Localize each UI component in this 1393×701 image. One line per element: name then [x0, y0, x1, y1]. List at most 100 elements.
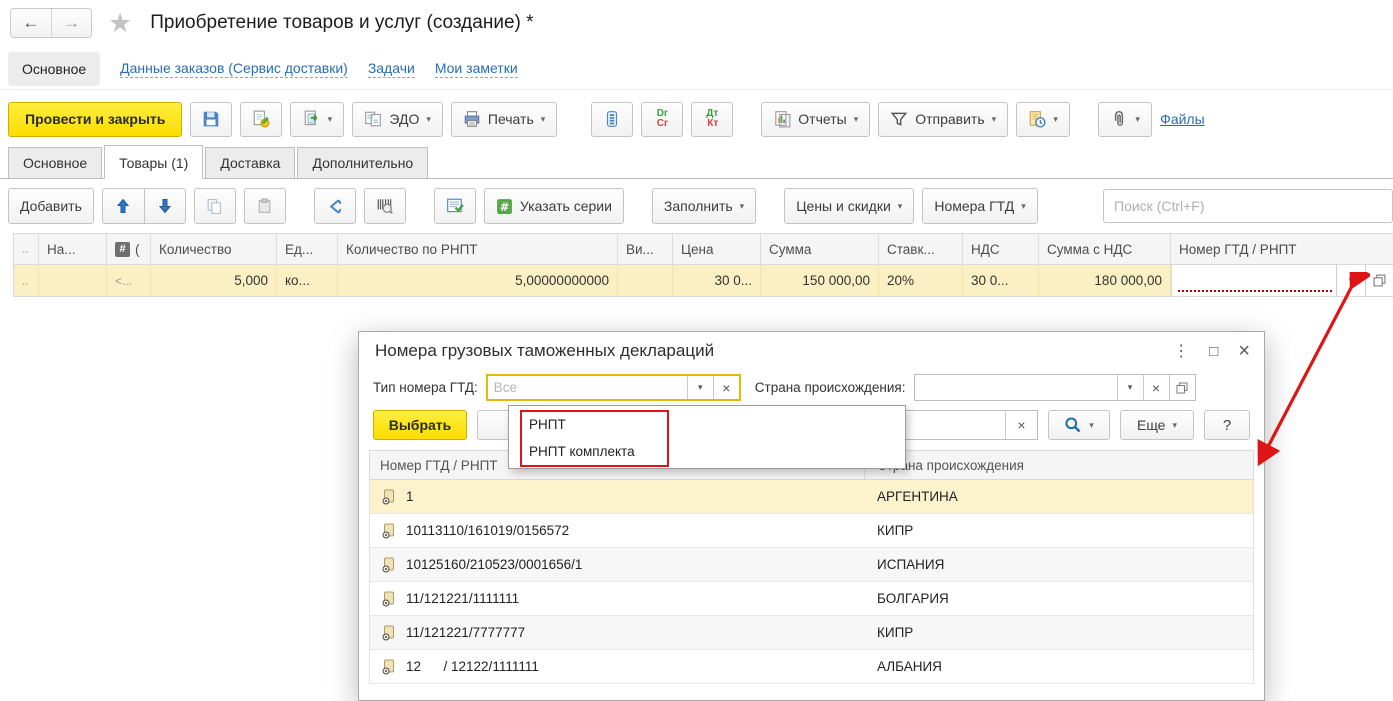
col-origin-country[interactable]: Страна происхождения: [865, 451, 1253, 479]
col-name[interactable]: На...: [39, 234, 107, 264]
save-button[interactable]: [190, 102, 232, 137]
files-link[interactable]: Файлы: [1160, 111, 1204, 127]
tab-goods[interactable]: Товары (1): [104, 145, 203, 179]
add-button[interactable]: Добавить: [8, 188, 94, 224]
send-funnel-icon: [890, 110, 908, 128]
table-row[interactable]: 11/121221/7777777 КИПР: [370, 616, 1253, 650]
search-input[interactable]: [1103, 189, 1393, 223]
more-label: Еще: [1137, 417, 1166, 433]
maximize-icon[interactable]: □: [1209, 343, 1218, 360]
tab-main[interactable]: Основное: [8, 147, 102, 179]
col-unit[interactable]: Ед...: [277, 234, 338, 264]
paste-button[interactable]: [244, 188, 286, 224]
create-based-on-button[interactable]: ▾: [290, 102, 344, 137]
combo-dropdown-button[interactable]: ▾: [687, 376, 713, 399]
dropdown-item-rnpt-komplekta[interactable]: РНПТ комплекта: [509, 438, 905, 465]
save-icon: [202, 110, 220, 128]
help-button[interactable]: ?: [1204, 410, 1250, 440]
tab-delivery[interactable]: Доставка: [205, 147, 295, 179]
cell-gtd-number-edit[interactable]: ▾: [1171, 265, 1393, 296]
col-type[interactable]: Ви...: [618, 234, 673, 264]
dt-kt-button[interactable]: ДтКт: [691, 102, 733, 137]
move-up-button[interactable]: [102, 188, 144, 224]
post-document-button[interactable]: [240, 102, 282, 137]
nav-item-main[interactable]: Основное: [8, 52, 100, 86]
cell-dropdown-button[interactable]: ▾: [1336, 265, 1366, 296]
table-row[interactable]: 11/121221/1111111 БОЛГАРИЯ: [370, 582, 1253, 616]
document-structure-button[interactable]: [591, 102, 633, 137]
history-nav: ← →: [10, 8, 92, 38]
back-arrow-icon[interactable]: ←: [11, 9, 51, 37]
cell-sum-vat: 180 000,00: [1039, 265, 1171, 296]
kebab-menu-icon[interactable]: ⋮: [1173, 341, 1189, 361]
print-label: Печать: [488, 111, 534, 127]
print-button[interactable]: Печать ▾: [451, 102, 557, 137]
goods-table-row[interactable]: .. <... 5,000 ко... 5,00000000000 30 0..…: [13, 265, 1393, 297]
tab-additional[interactable]: Дополнительно: [297, 147, 428, 179]
gtd-numbers-button[interactable]: Номера ГТД ▾: [922, 188, 1037, 224]
svg-text:#: #: [499, 199, 509, 213]
table-row[interactable]: 10125160/210523/0001656/1 ИСПАНИЯ: [370, 548, 1253, 582]
type-filter-input[interactable]: [488, 376, 687, 399]
col-sum[interactable]: Сумма: [761, 234, 879, 264]
col-price[interactable]: Цена: [673, 234, 761, 264]
combo-dropdown-button[interactable]: ▾: [1117, 375, 1143, 400]
move-down-button[interactable]: [144, 188, 186, 224]
table-row[interactable]: 10113110/161019/0156572 КИПР: [370, 514, 1253, 548]
caret-down-icon: ▾: [1053, 114, 1058, 125]
type-filter-combobox[interactable]: ▾ ×: [486, 374, 741, 401]
gtd-item-icon: [382, 489, 396, 505]
close-icon[interactable]: ×: [1238, 340, 1250, 363]
copy-button[interactable]: [194, 188, 236, 224]
col-gtd-number[interactable]: Номер ГТД / РНПТ: [1171, 234, 1393, 264]
col-rate[interactable]: Ставк...: [879, 234, 963, 264]
col-quantity-rnpt[interactable]: Количество по РНПТ: [338, 234, 618, 264]
fill-button[interactable]: Заполнить ▾: [652, 188, 756, 224]
document-clock-icon: [1028, 110, 1046, 128]
country-filter-input[interactable]: [915, 375, 1117, 400]
split-row-button[interactable]: [314, 188, 356, 224]
send-button[interactable]: Отправить ▾: [878, 102, 1008, 137]
table-row[interactable]: 1 АРГЕНТИНА: [370, 480, 1253, 514]
country-filter-combobox[interactable]: ▾ ×: [914, 374, 1196, 401]
nav-item-notes[interactable]: Мои заметки: [435, 60, 518, 78]
paperclip-icon: [1110, 110, 1128, 128]
col-quantity[interactable]: Количество: [151, 234, 277, 264]
nav-item-order-data[interactable]: Данные заказов (Сервис доставки): [120, 60, 348, 78]
dr-cr-button[interactable]: DrCr: [641, 102, 683, 137]
open-list-button[interactable]: [1366, 265, 1393, 296]
nav-item-tasks[interactable]: Задачи: [368, 60, 415, 78]
dropdown-item-rnpt[interactable]: РНПТ: [509, 411, 905, 438]
edo-button[interactable]: ЭДО ▾: [352, 102, 443, 137]
search-clear-button[interactable]: ×: [1005, 411, 1037, 439]
combo-clear-button[interactable]: ×: [713, 376, 739, 399]
col-number[interactable]: #(: [107, 234, 151, 264]
specify-series-button[interactable]: # Указать серии: [484, 188, 624, 224]
search-button[interactable]: ▾: [1048, 410, 1110, 440]
table-row[interactable]: 12 / 12122/1111111 АЛБАНИЯ: [370, 650, 1253, 684]
country-value: АРГЕНТИНА: [865, 480, 1253, 513]
attachments-button[interactable]: ▾: [1098, 102, 1152, 137]
combo-open-button[interactable]: [1169, 375, 1195, 400]
check-fill-button[interactable]: [434, 188, 476, 224]
col-marker[interactable]: ..: [14, 234, 39, 264]
post-and-close-button[interactable]: Провести и закрыть: [8, 102, 182, 137]
col-sum-vat[interactable]: Сумма с НДС: [1039, 234, 1171, 264]
reports-button[interactable]: Отчеты ▾: [761, 102, 870, 137]
gtd-item-icon: [382, 557, 396, 573]
reminder-button[interactable]: ▾: [1016, 102, 1070, 137]
caret-down-icon: ▾: [1349, 275, 1354, 286]
more-button[interactable]: Еще ▾: [1120, 410, 1194, 440]
goods-table: .. На... #( Количество Ед... Количество …: [13, 233, 1393, 297]
favorite-star-icon[interactable]: ★: [108, 10, 132, 37]
forward-arrow-icon[interactable]: →: [51, 9, 91, 37]
col-vat[interactable]: НДС: [963, 234, 1039, 264]
select-button[interactable]: Выбрать: [373, 410, 467, 440]
gtd-number-field[interactable]: [1172, 265, 1336, 296]
cell-price: 30 0...: [673, 265, 761, 296]
combo-clear-button[interactable]: ×: [1143, 375, 1169, 400]
report-icon: [773, 110, 791, 128]
type-filter-dropdown-list: РНПТ РНПТ комплекта: [508, 405, 906, 469]
barcode-scan-button[interactable]: [364, 188, 406, 224]
prices-discounts-button[interactable]: Цены и скидки ▾: [784, 188, 914, 224]
